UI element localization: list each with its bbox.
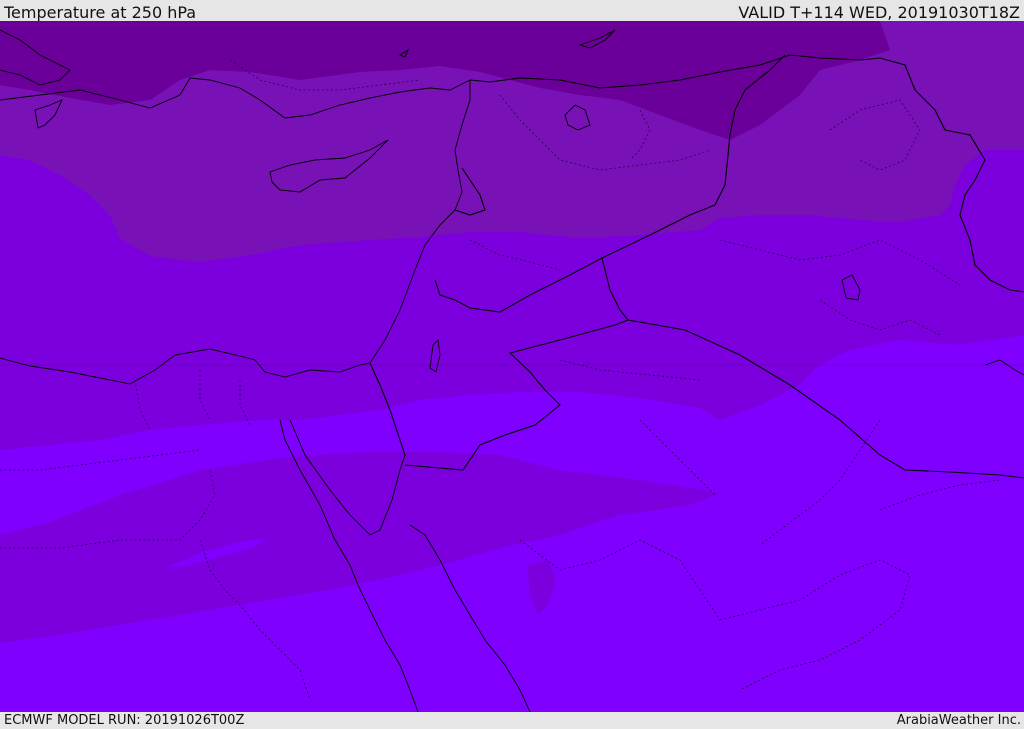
map-canvas: [0, 21, 1024, 712]
weather-map-viewer: Temperature at 250 hPa VALID T+114 WED, …: [0, 0, 1024, 729]
credit-label: ArabiaWeather Inc.: [896, 713, 1021, 728]
model-run-label: ECMWF MODEL RUN: 20191026T00Z: [4, 713, 245, 728]
valid-time-label: VALID T+114 WED, 20191030T18Z: [738, 3, 1020, 22]
header-bar: Temperature at 250 hPa VALID T+114 WED, …: [0, 0, 1024, 22]
footer-bar: ECMWF MODEL RUN: 20191026T00Z ArabiaWeat…: [0, 712, 1024, 729]
temperature-map: [0, 21, 1024, 712]
map-title: Temperature at 250 hPa: [4, 3, 197, 22]
